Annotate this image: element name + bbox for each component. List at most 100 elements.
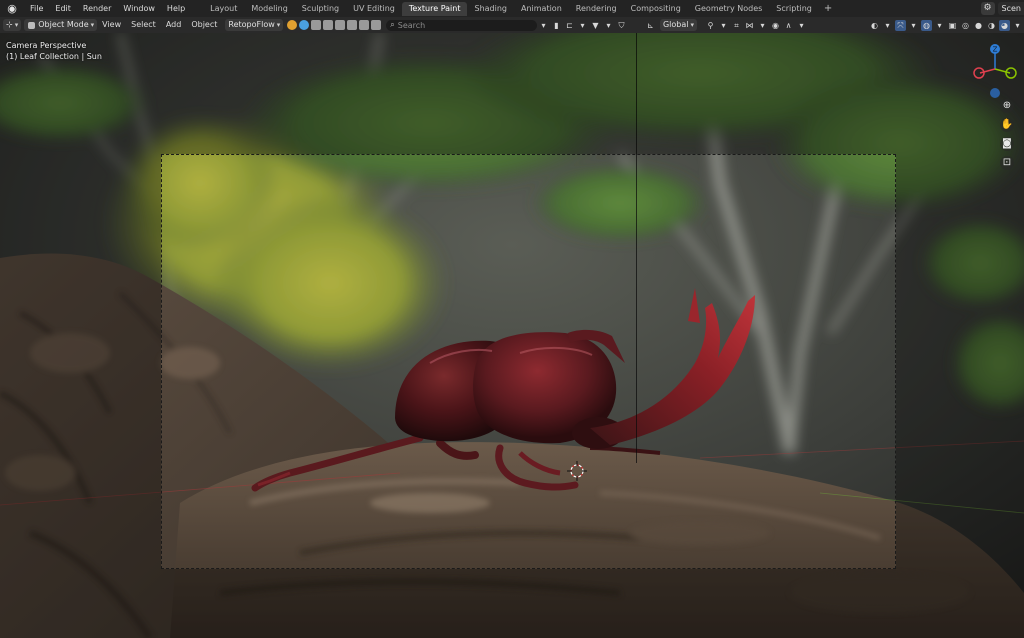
object-mode-icon	[28, 21, 36, 29]
tab-texture-paint[interactable]: Texture Paint	[401, 1, 468, 16]
collection-label: (1) Leaf Collection | Sun	[6, 52, 102, 61]
blender-logo-icon[interactable]: ◉	[5, 2, 19, 16]
chevron-down-icon[interactable]: ▾	[718, 20, 729, 31]
patches-icon[interactable]	[323, 20, 334, 30]
chevron-down-icon[interactable]: ▾	[603, 20, 614, 31]
lock-icon[interactable]: ⊡	[1000, 156, 1014, 170]
menu-render[interactable]: Render	[77, 0, 117, 17]
tab-geometry-nodes[interactable]: Geometry Nodes	[688, 2, 769, 16]
view-type-label: Camera Perspective	[6, 41, 87, 50]
workspace-tabs: Layout Modeling Sculpting UV Editing Tex…	[203, 0, 837, 17]
chevron-down-icon[interactable]: ▾	[1012, 20, 1023, 31]
chevron-down-icon[interactable]: ▾	[796, 20, 807, 31]
material-shading-icon[interactable]: ◑	[986, 20, 997, 31]
strokes-icon[interactable]	[311, 20, 322, 30]
gizmo-toggle-icon[interactable]: ⤧	[895, 19, 906, 31]
chevron-down-icon[interactable]: ▾	[577, 20, 588, 31]
chevron-down-icon: ▾	[90, 21, 95, 29]
polypen-icon[interactable]	[335, 20, 346, 30]
orientation-dropdown[interactable]: Global ▾	[659, 19, 697, 31]
camera-view-icon[interactable]: ◙	[1000, 137, 1014, 151]
zoom-icon[interactable]: ⊕	[1000, 99, 1014, 113]
editor-type-icon: ⊹	[6, 20, 13, 29]
menu-file[interactable]: File	[24, 0, 49, 17]
overlay-toggle-icon[interactable]: ◍	[921, 19, 932, 31]
falloff-icon[interactable]: ∧	[783, 20, 794, 31]
chevron-down-icon: ▾	[14, 21, 19, 29]
tab-compositing[interactable]: Compositing	[624, 2, 688, 16]
viewport-info: Camera Perspective (1) Leaf Collection |…	[6, 40, 102, 62]
orientation-icon: ⊾	[647, 20, 654, 30]
layout-icon[interactable]: ⊏	[564, 20, 575, 31]
chevron-down-icon: ▾	[276, 21, 281, 29]
menu-edit[interactable]: Edit	[49, 0, 77, 17]
menu-add[interactable]: Add	[161, 17, 187, 33]
orientation-label: Global	[662, 20, 689, 29]
camera-frame	[161, 154, 896, 569]
z-axis-label: Z	[993, 46, 998, 54]
pan-hand-icon[interactable]: ✋	[1000, 118, 1014, 132]
passepartout-bottom	[0, 569, 1024, 638]
retopoflow-dropdown[interactable]: RetopoFlow ▾	[225, 19, 284, 31]
chevron-down-icon[interactable]: ▾	[882, 20, 893, 31]
tab-shading[interactable]: Shading	[467, 2, 514, 16]
search-placeholder: Search	[397, 20, 426, 30]
search-input[interactable]: ⌕ Search	[386, 19, 537, 31]
chevron-down-icon[interactable]: ▾	[757, 20, 768, 31]
passepartout-top	[0, 33, 1024, 154]
tab-rendering[interactable]: Rendering	[569, 2, 624, 16]
loops-icon[interactable]	[359, 20, 370, 30]
tab-scripting[interactable]: Scripting	[769, 2, 819, 16]
menu-window[interactable]: Window	[117, 0, 161, 17]
passepartout-right	[896, 154, 1024, 569]
menu-help[interactable]: Help	[161, 0, 191, 17]
filter-icon[interactable]: ▼	[590, 20, 601, 31]
tab-layout[interactable]: Layout	[203, 2, 244, 16]
tab-animation[interactable]: Animation	[514, 2, 569, 16]
mode-label: Object Mode	[38, 20, 89, 29]
pivot-icon[interactable]: ⚲	[705, 20, 716, 31]
chevron-down-icon[interactable]: ▾	[908, 20, 919, 31]
menu-view[interactable]: View	[97, 17, 126, 33]
addon-tool-icons	[286, 20, 382, 30]
shield-icon[interactable]: ⛉	[616, 20, 627, 31]
solid-shading-icon[interactable]: ●	[973, 20, 984, 31]
chevron-down-icon: ▾	[690, 21, 694, 29]
bookmark-icon[interactable]: ▮	[551, 20, 562, 31]
polystrips-icon[interactable]	[299, 20, 310, 30]
add-workspace-button[interactable]: +	[819, 3, 837, 14]
transform-orientation: ⊾ Global ▾ ⚲ ▾ ⌗ ⋈ ▾ ◉ ∧ ▾	[644, 19, 808, 31]
menu-select[interactable]: Select	[126, 17, 161, 33]
tweak-icon[interactable]	[371, 20, 382, 30]
snap-icon[interactable]: ⌗	[731, 20, 742, 31]
tab-sculpting[interactable]: Sculpting	[295, 2, 346, 16]
scene-selector: ⚙ Scen	[980, 0, 1024, 17]
chevron-down-icon[interactable]: ▾	[538, 20, 549, 31]
xray-icon[interactable]: ▣	[947, 20, 958, 31]
contours-icon[interactable]	[287, 20, 298, 30]
header-tools-right: ◐ ▾ ⤧ ▾ ◍ ▾ ▣ ◎ ● ◑ ◕ ▾	[868, 19, 1024, 31]
mode-dropdown[interactable]: Object Mode ▾	[24, 19, 98, 31]
search-icon: ⌕	[390, 20, 395, 29]
top-menu-bar: ◉ File Edit Render Window Help Layout Mo…	[0, 0, 1024, 17]
3d-viewport[interactable]: Camera Perspective (1) Leaf Collection |…	[0, 33, 1024, 638]
neg-z-axis-handle[interactable]	[990, 88, 1000, 98]
tab-uv-editing[interactable]: UV Editing	[346, 2, 402, 16]
passepartout-left	[0, 154, 161, 569]
scene-icon[interactable]: ⚙	[980, 2, 995, 15]
wireframe-shading-icon[interactable]: ◎	[960, 20, 971, 31]
knife-icon[interactable]	[347, 20, 358, 30]
header-tools-left: ▾ ▮ ⊏ ▾ ▼ ▾ ⛉	[537, 20, 628, 31]
viewport-header: ⊹ ▾ Object Mode ▾ View Select Add Object …	[0, 17, 1024, 33]
editor-type-button[interactable]: ⊹ ▾	[3, 19, 22, 31]
visibility-icon[interactable]: ◐	[869, 20, 880, 31]
menu-object[interactable]: Object	[186, 17, 222, 33]
chevron-down-icon[interactable]: ▾	[934, 20, 945, 31]
navigation-gizmo[interactable]: Z	[972, 39, 1018, 99]
scene-name-field[interactable]: Scen	[997, 2, 1024, 15]
rendered-shading-icon[interactable]: ◕	[999, 19, 1010, 31]
tab-modeling[interactable]: Modeling	[244, 2, 294, 16]
snap-target-icon[interactable]: ⋈	[744, 20, 755, 31]
retopoflow-label: RetopoFlow	[228, 20, 275, 29]
proportional-edit-icon[interactable]: ◉	[770, 20, 781, 31]
